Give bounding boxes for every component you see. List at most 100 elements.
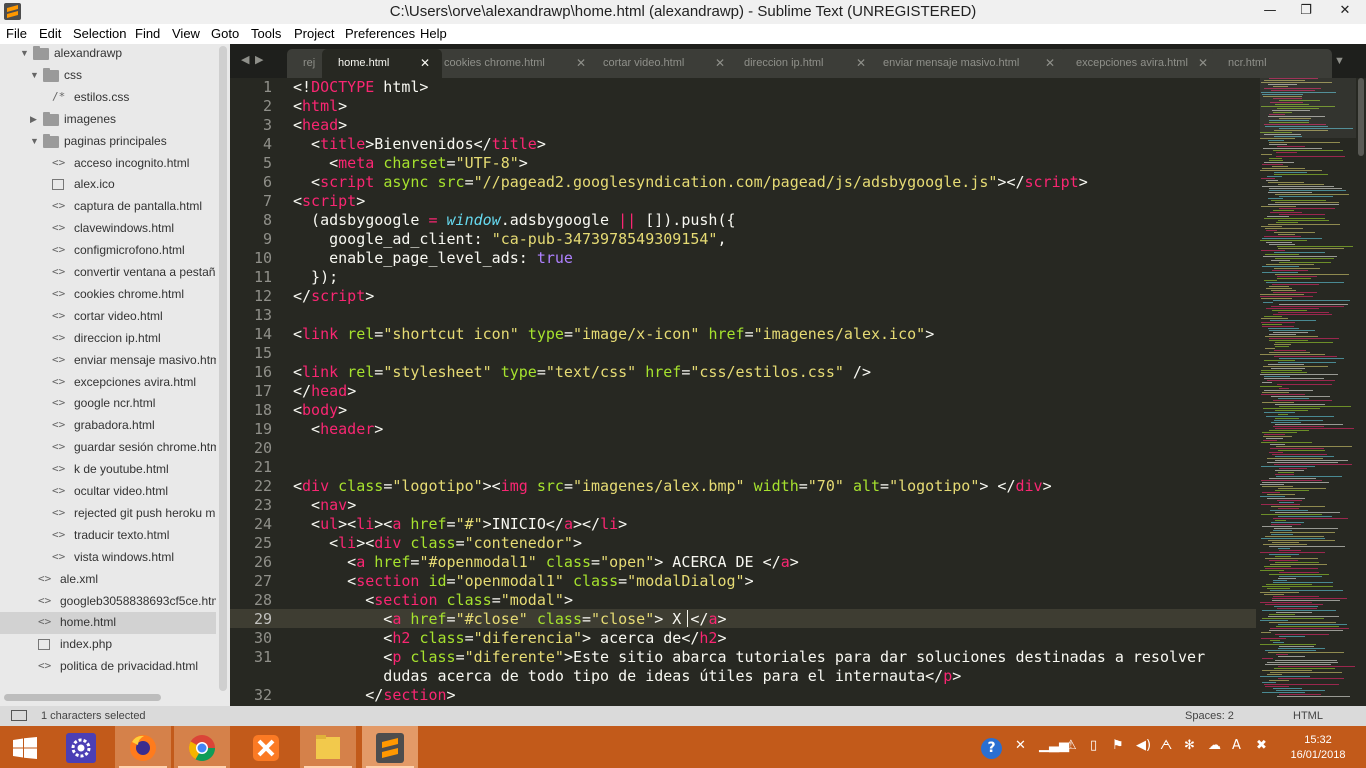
sidebar-vertical-scrollbar[interactable] xyxy=(219,46,227,691)
menu-view[interactable]: View xyxy=(172,26,200,41)
code-line[interactable]: </head> xyxy=(293,382,356,401)
tab-home-html[interactable]: home.html ✕ xyxy=(322,49,442,78)
sidebar-item[interactable]: <> captura de pantalla.html xyxy=(0,196,216,218)
minimap[interactable] xyxy=(1260,78,1356,706)
code-line[interactable]: <link rel="stylesheet" type="text/css" h… xyxy=(293,363,871,382)
sidebar-item[interactable]: <> politica de privacidad.html xyxy=(0,656,216,678)
tab-close-icon[interactable]: ✕ xyxy=(856,56,866,70)
editor-scrollbar-thumb[interactable] xyxy=(1358,78,1364,156)
code-line[interactable]: </script> xyxy=(293,287,374,306)
bluetooth-icon[interactable]: ✻ xyxy=(1184,738,1195,753)
code-line[interactable]: <section id="openmodal1" class="modalDia… xyxy=(293,572,753,591)
xampp-icon[interactable] xyxy=(238,726,294,768)
sidebar-item[interactable]: index.php xyxy=(0,634,216,656)
code-line[interactable]: <body> xyxy=(293,401,347,420)
tab-direccion-ip-html[interactable]: direccion ip.html ✕ xyxy=(728,49,878,78)
tab-prev-icon[interactable]: ◀ xyxy=(241,53,249,66)
maximize-button[interactable]: ❐ xyxy=(1288,0,1324,24)
chevron-down-icon[interactable]: ▼ xyxy=(30,136,40,146)
avira-icon[interactable]: ᗅ xyxy=(1160,738,1172,753)
sidebar-item[interactable]: <> rejected git push heroku m xyxy=(0,503,216,525)
sidebar-item[interactable]: ▶ imagenes xyxy=(0,109,216,131)
sidebar-item[interactable]: ▼ paginas principales xyxy=(0,131,216,153)
menu-find[interactable]: Find xyxy=(135,26,160,41)
menu-help[interactable]: Help xyxy=(420,26,447,41)
sidebar-item[interactable]: <> k de youtube.html xyxy=(0,459,216,481)
code-line[interactable]: <!DOCTYPE html> xyxy=(293,78,428,97)
sidebar-horizontal-scrollbar[interactable] xyxy=(4,694,161,701)
sublime-text-icon[interactable] xyxy=(362,726,418,768)
sidebar-item[interactable]: <> excepciones avira.html xyxy=(0,372,216,394)
code-line[interactable]: <script> xyxy=(293,192,365,211)
sidebar-item[interactable]: <> cortar video.html xyxy=(0,306,216,328)
tab-close-icon[interactable]: ✕ xyxy=(1045,56,1055,70)
code-line[interactable]: dudas acerca de todo tipo de ideas útile… xyxy=(293,667,961,686)
settings-icon[interactable] xyxy=(56,726,112,768)
tab-next-icon[interactable]: ▶ xyxy=(255,53,263,66)
code-line[interactable]: <html> xyxy=(293,97,347,116)
tab-cookies-chrome-html[interactable]: cookies chrome.html ✕ xyxy=(428,49,598,78)
tab-cortar-video-html[interactable]: cortar video.html ✕ xyxy=(587,49,737,78)
sidebar-item[interactable]: <> direccion ip.html xyxy=(0,328,216,350)
sidebar-item[interactable]: <> googleb3058838693cf5ce.htm xyxy=(0,591,216,613)
close-button[interactable]: ✕ xyxy=(1324,0,1366,24)
code-line[interactable]: </section> xyxy=(293,686,455,705)
clock[interactable]: 15:32 16/01/2018 xyxy=(1290,733,1346,763)
windows-start-icon[interactable] xyxy=(0,726,50,768)
code-line[interactable]: <h2 class="diferencia"> acerca de</h2> xyxy=(293,629,726,648)
syntax-status[interactable]: HTML xyxy=(1293,710,1323,722)
sidebar-item[interactable]: <> cookies chrome.html xyxy=(0,284,216,306)
code-line[interactable]: <li><div class="contenedor"> xyxy=(293,534,582,553)
indentation-status[interactable]: Spaces: 2 xyxy=(1185,710,1234,722)
menu-project[interactable]: Project xyxy=(294,26,334,41)
sidebar-item[interactable]: <> grabadora.html xyxy=(0,415,216,437)
menu-edit[interactable]: Edit xyxy=(39,26,61,41)
code-line[interactable]: <a href="#openmodal1" class="open"> ACER… xyxy=(293,553,799,572)
sidebar-item[interactable]: /* estilos.css xyxy=(0,87,216,109)
firefox-icon[interactable] xyxy=(115,726,171,768)
code-line[interactable]: <nav> xyxy=(293,496,356,515)
code-line[interactable]: <head> xyxy=(293,116,347,135)
tab-close-icon[interactable]: ✕ xyxy=(1198,56,1208,70)
sidebar-item[interactable]: <> guardar sesión chrome.htm xyxy=(0,437,216,459)
tab-ncr-html[interactable]: ncr.html xyxy=(1212,49,1332,78)
menu-tools[interactable]: Tools xyxy=(251,26,281,41)
menu-preferences[interactable]: Preferences xyxy=(345,26,415,41)
code-line[interactable]: (adsbygoogle = window.adsbygoogle || [])… xyxy=(293,211,735,230)
sidebar-item[interactable]: ▼ css xyxy=(0,65,216,87)
code-line[interactable]: <header> xyxy=(293,420,383,439)
code-line[interactable]: <section class="modal"> xyxy=(293,591,573,610)
chevron-down-icon[interactable]: ▼ xyxy=(30,70,40,80)
console-toggle-icon[interactable] xyxy=(11,710,27,721)
sidebar-item[interactable]: <> acceso incognito.html xyxy=(0,153,216,175)
sidebar-item[interactable]: alex.ico xyxy=(0,174,216,196)
help-icon[interactable]: ? xyxy=(981,738,1002,759)
code-line[interactable]: <p class="diferente">Este sitio abarca t… xyxy=(293,648,1205,667)
sidebar-item[interactable]: <> convertir ventana a pestañ xyxy=(0,262,216,284)
code-line[interactable]: google_ad_client: "ca-pub-34739785493091… xyxy=(293,230,726,249)
cloud-icon[interactable]: ☁ xyxy=(1208,738,1221,753)
code-line[interactable]: <ul><li><a href="#">INICIO</a></li> xyxy=(293,515,627,534)
menu-selection[interactable]: Selection xyxy=(73,26,126,41)
flag-icon[interactable]: ⚑ xyxy=(1112,738,1124,753)
tab-dropdown-icon[interactable]: ▼ xyxy=(1334,55,1345,67)
code-line[interactable]: <title>Bienvenidos</title> xyxy=(293,135,546,154)
network-muted-icon[interactable]: ✕ xyxy=(1015,738,1026,753)
menu-file[interactable]: File xyxy=(6,26,27,41)
code-line[interactable]: enable_page_level_ads: true xyxy=(293,249,573,268)
battery-icon[interactable]: ▯ xyxy=(1090,738,1097,753)
editor-vertical-scrollbar[interactable] xyxy=(1356,78,1366,706)
chevron-down-icon[interactable]: ▼ xyxy=(20,48,30,58)
code-line[interactable]: <link rel="shortcut icon" type="image/x-… xyxy=(293,325,934,344)
minimize-button[interactable]: — xyxy=(1252,0,1288,24)
sidebar-item[interactable]: <> clavewindows.html xyxy=(0,218,216,240)
tab-excepciones-avira-html[interactable]: excepciones avira.html ✕ xyxy=(1060,49,1220,78)
volume-icon[interactable]: ◀) xyxy=(1136,738,1151,753)
sidebar-item[interactable]: <> configmicrofono.html xyxy=(0,240,216,262)
tab-enviar-mensaje-masivo-html[interactable]: enviar mensaje masivo.html ✕ xyxy=(867,49,1067,78)
sidebar-item[interactable]: <> traducir texto.html xyxy=(0,525,216,547)
code-line[interactable]: <meta charset="UTF-8"> xyxy=(293,154,528,173)
minimap-viewport[interactable] xyxy=(1260,78,1356,138)
sidebar-item[interactable]: ▼ alexandrawp xyxy=(0,44,216,65)
chrome-icon[interactable] xyxy=(174,726,230,768)
